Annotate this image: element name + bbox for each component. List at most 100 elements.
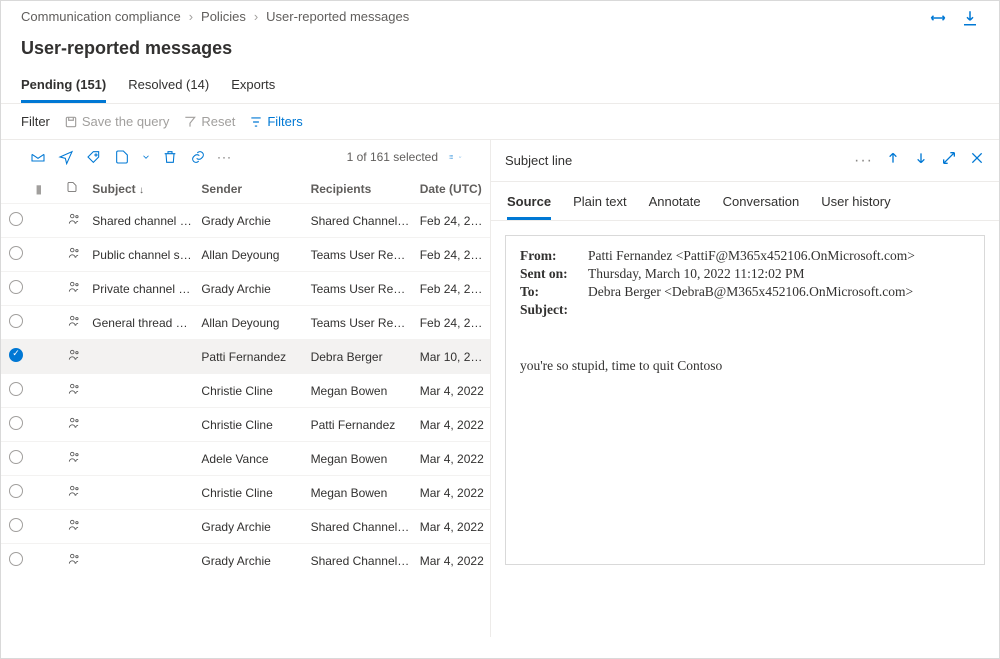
cell-recipients: Shared Channel Tes… <box>307 510 416 544</box>
from-value: Patti Fernandez <PattiF@M365x452106.OnMi… <box>588 248 915 264</box>
cell-date: Mar 4, 2022 <box>416 510 490 544</box>
arrow-up-icon[interactable] <box>885 150 901 171</box>
cell-date: Feb 24, 2022 <box>416 272 490 306</box>
mark-read-icon[interactable] <box>29 148 47 166</box>
expand-pane-icon[interactable] <box>941 150 957 171</box>
row-select[interactable] <box>9 280 23 294</box>
col-recipients[interactable]: Recipients <box>307 174 416 204</box>
table-row[interactable]: Grady Archie Shared Channel Tes…Mar 4, 2… <box>1 510 490 544</box>
tag-icon[interactable] <box>85 148 103 166</box>
table-row[interactable]: Adele Vance Megan Bowen Mar 4, 2022 <box>1 442 490 476</box>
row-select[interactable] <box>9 484 23 498</box>
arrow-down-icon[interactable] <box>913 150 929 171</box>
details-tab-source[interactable]: Source <box>507 188 551 220</box>
cell-subject <box>88 442 197 476</box>
sent-value: Thursday, March 10, 2022 11:12:02 PM <box>588 266 804 282</box>
table-row[interactable]: Patti Fernandez Debra Berger Mar 10, 202… <box>1 340 490 374</box>
col-subject[interactable]: Subject ↓ <box>88 174 197 204</box>
table-row[interactable]: Christie Cline Patti Fernandez Mar 4, 20… <box>1 408 490 442</box>
teams-icon <box>62 544 88 578</box>
cell-subject: General thread sub… <box>88 306 197 340</box>
cell-date: Feb 24, 2022 <box>416 204 490 238</box>
send-icon[interactable] <box>57 148 75 166</box>
cell-sender: Grady Archie <box>197 272 306 306</box>
cell-sender: Grady Archie <box>197 204 306 238</box>
cell-subject <box>88 374 197 408</box>
row-select[interactable] <box>9 212 23 226</box>
message-source: From: Patti Fernandez <PattiF@M365x452106… <box>505 235 985 565</box>
cell-recipients: Megan Bowen <box>307 374 416 408</box>
link-icon[interactable] <box>189 148 207 166</box>
cell-recipients: Megan Bowen <box>307 442 416 476</box>
details-more-icon[interactable]: ··· <box>854 152 873 170</box>
close-icon[interactable] <box>969 150 985 171</box>
details-tab-conversation[interactable]: Conversation <box>723 188 800 220</box>
row-select[interactable] <box>9 246 23 260</box>
row-select[interactable] <box>9 348 23 362</box>
cell-recipients: Patti Fernandez <box>307 408 416 442</box>
cell-subject <box>88 408 197 442</box>
expand-icon[interactable] <box>929 9 947 27</box>
save-query-label: Save the query <box>82 114 169 129</box>
details-tab-annotate[interactable]: Annotate <box>649 188 701 220</box>
breadcrumb: Communication compliance › Policies › Us… <box>1 1 999 24</box>
col-date[interactable]: Date (UTC) <box>416 174 490 204</box>
row-select[interactable] <box>9 314 23 328</box>
main-tabs: Pending (151) Resolved (14) Exports <box>1 71 999 104</box>
cell-sender: Adele Vance <box>197 442 306 476</box>
download-icon[interactable] <box>961 9 979 27</box>
breadcrumb-item[interactable]: User-reported messages <box>266 9 409 24</box>
cell-subject: Public channel subj… <box>88 238 197 272</box>
tab-resolved[interactable]: Resolved (14) <box>128 71 209 103</box>
item-toolbar: ··· 1 of 161 selected <box>1 140 490 174</box>
details-pane: Subject line ··· Source Plain text Annot… <box>491 140 999 637</box>
cell-date: Mar 4, 2022 <box>416 408 490 442</box>
cell-recipients: Megan Bowen <box>307 476 416 510</box>
filters-label: Filters <box>267 114 302 129</box>
row-select[interactable] <box>9 416 23 430</box>
table-row[interactable]: Shared channel su…Grady Archie Shared Ch… <box>1 204 490 238</box>
message-table: ▮ Subject ↓ Sender Recipients Date (UTC)… <box>1 174 490 577</box>
row-select[interactable] <box>9 382 23 396</box>
from-label: From: <box>520 248 580 264</box>
tab-exports[interactable]: Exports <box>231 71 275 103</box>
subject-label: Subject: <box>520 302 580 318</box>
row-select[interactable] <box>9 518 23 532</box>
cell-sender: Allan Deyoung <box>197 306 306 340</box>
more-actions[interactable]: ··· <box>217 150 232 164</box>
page-title: User-reported messages <box>21 38 999 59</box>
filters-button[interactable]: Filters <box>249 114 302 129</box>
save-query-button[interactable]: Save the query <box>64 114 169 129</box>
table-row[interactable]: Public channel subj…Allan Deyoung Teams … <box>1 238 490 272</box>
details-tab-userhistory[interactable]: User history <box>821 188 890 220</box>
breadcrumb-item[interactable]: Policies <box>201 9 246 24</box>
cell-sender: Grady Archie <box>197 510 306 544</box>
selection-count: 1 of 161 selected <box>347 150 438 164</box>
table-row[interactable]: Grady Archie Shared Channel Tes…Mar 4, 2… <box>1 544 490 578</box>
view-list-icon[interactable] <box>448 154 462 160</box>
reset-button[interactable]: Reset <box>183 114 235 129</box>
cell-recipients: Teams User Reporti… <box>307 272 416 306</box>
cell-subject <box>88 544 197 578</box>
chevron-down-icon[interactable] <box>141 148 151 166</box>
table-row[interactable]: Private channel sub…Grady Archie Teams U… <box>1 272 490 306</box>
new-item-icon[interactable] <box>113 148 131 166</box>
details-tab-plaintext[interactable]: Plain text <box>573 188 626 220</box>
teams-icon <box>62 408 88 442</box>
col-sender[interactable]: Sender <box>197 174 306 204</box>
tab-pending[interactable]: Pending (151) <box>21 71 106 103</box>
table-row[interactable]: Christie Cline Megan Bowen Mar 4, 2022 <box>1 374 490 408</box>
filter-bar: Filter Save the query Reset Filters <box>1 104 999 140</box>
breadcrumb-item[interactable]: Communication compliance <box>21 9 181 24</box>
cell-recipients: Shared Channel Tes… <box>307 204 416 238</box>
chevron-right-icon: › <box>254 9 258 24</box>
cell-recipients: Teams User Reporti… <box>307 306 416 340</box>
table-row[interactable]: General thread sub…Allan Deyoung Teams U… <box>1 306 490 340</box>
row-select[interactable] <box>9 552 23 566</box>
cell-sender: Allan Deyoung <box>197 238 306 272</box>
cell-date: Mar 4, 2022 <box>416 544 490 578</box>
row-select[interactable] <box>9 450 23 464</box>
delete-icon[interactable] <box>161 148 179 166</box>
filter-label: Filter <box>21 114 50 129</box>
table-row[interactable]: Christie Cline Megan Bowen Mar 4, 2022 <box>1 476 490 510</box>
